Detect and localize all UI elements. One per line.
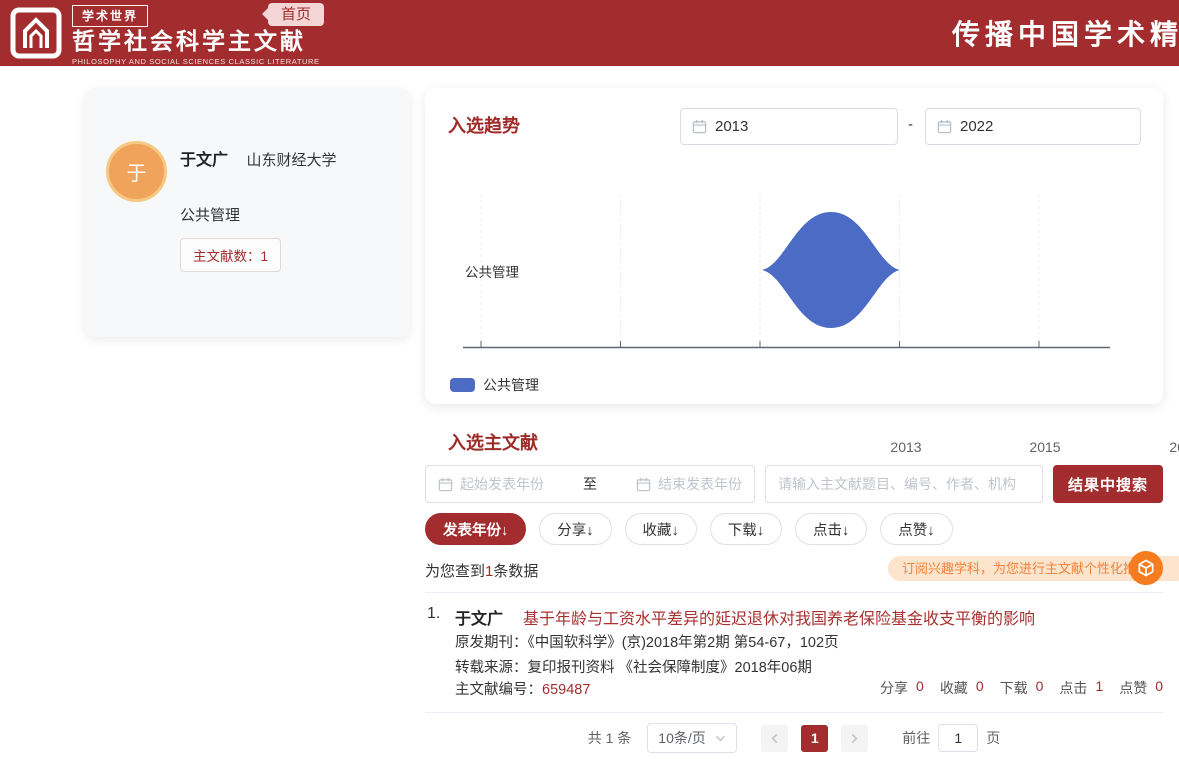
docs-section-heading: 入选主文献 bbox=[448, 429, 538, 455]
divider bbox=[425, 712, 1163, 713]
start-year-placeholder[interactable]: 起始发表年份 bbox=[460, 474, 544, 494]
legend-swatch bbox=[450, 378, 475, 392]
author-profile-card: 于 于文广 山东财经大学 公共管理 主文献数：1 bbox=[85, 88, 410, 337]
site-subtitle: PHILOSOPHY AND SOCIAL SCIENCES CLASSIC L… bbox=[72, 57, 320, 66]
prev-page-button[interactable] bbox=[761, 725, 788, 752]
header: 学术世界 哲学社会科学主文献 PHILOSOPHY AND SOCIAL SCI… bbox=[0, 0, 1179, 66]
stat-click: 点击1 bbox=[1059, 678, 1103, 698]
chart-legend[interactable]: 公共管理 bbox=[450, 375, 539, 395]
site-logo-icon[interactable] bbox=[10, 7, 62, 59]
calendar-icon bbox=[438, 477, 453, 492]
stat-share: 分享0 bbox=[880, 678, 924, 698]
chevron-down-icon bbox=[715, 733, 726, 744]
item-title-link[interactable]: 基于年龄与工资水平差异的延迟退休对我国养老保险基金收支平衡的影响 bbox=[523, 605, 1035, 629]
trend-stream-chart bbox=[425, 88, 1163, 404]
stat-download: 下载0 bbox=[1000, 678, 1044, 698]
pagination-total: 共 1 条 bbox=[588, 728, 632, 748]
keyword-search-input[interactable] bbox=[765, 465, 1043, 503]
sort-options-row: 发表年份↓ 分享↓ 收藏↓ 下载↓ 点击↓ 点赞↓ bbox=[425, 513, 953, 545]
header-slogan: 传播中国学术精 bbox=[952, 13, 1179, 53]
sort-share[interactable]: 分享↓ bbox=[539, 513, 611, 545]
chevron-right-icon bbox=[849, 733, 860, 744]
item-index: 1. bbox=[427, 605, 455, 629]
result-item-header: 1. 于文广 基于年龄与工资水平差异的延迟退休对我国养老保险基金收支平衡的影响 bbox=[427, 605, 1035, 629]
chevron-left-icon bbox=[769, 733, 780, 744]
divider bbox=[425, 592, 1163, 593]
sort-collect[interactable]: 收藏↓ bbox=[625, 513, 697, 545]
range-connector: 至 bbox=[583, 474, 597, 494]
page-number-current[interactable]: 1 bbox=[801, 725, 828, 752]
item-doc-number: 659487 bbox=[542, 682, 590, 698]
sort-download[interactable]: 下载↓ bbox=[710, 513, 782, 545]
chart-gridlines bbox=[481, 194, 1039, 346]
item-stats: 分享0 收藏0 下载0 点击1 点赞0 bbox=[880, 678, 1163, 698]
x-tick-label: 2017 bbox=[1160, 439, 1179, 455]
sort-like[interactable]: 点赞↓ bbox=[880, 513, 952, 545]
author-affiliation: 山东财经大学 bbox=[246, 152, 336, 169]
goto-label: 前往 bbox=[902, 728, 930, 748]
x-tick-label: 2013 bbox=[881, 439, 931, 455]
item-source-line: 原发期刊：《中国软科学》(京)2018年第2期 第54-67，102页 bbox=[455, 631, 839, 652]
publish-year-range-picker[interactable]: 起始发表年份 至 结束发表年份 bbox=[425, 465, 755, 503]
author-name-row: 于文广 山东财经大学 bbox=[180, 146, 336, 170]
stat-like: 点赞0 bbox=[1119, 678, 1163, 698]
pagination: 共 1 条 10条/页 1 前往 页 bbox=[425, 722, 1163, 754]
nav-home[interactable]: 首页 bbox=[268, 3, 324, 26]
goto-suffix: 页 bbox=[986, 728, 1000, 748]
search-in-results-button[interactable]: 结果中搜索 bbox=[1053, 465, 1163, 503]
item-author[interactable]: 于文广 bbox=[455, 605, 503, 629]
next-page-button[interactable] bbox=[841, 725, 868, 752]
sort-click[interactable]: 点击↓ bbox=[795, 513, 867, 545]
cube-icon bbox=[1136, 558, 1156, 578]
trend-card: 入选趋势 - 2013 2015 2017 2019 2021 公共管理 bbox=[425, 88, 1163, 404]
goto-page-input[interactable] bbox=[938, 724, 978, 752]
stat-collect: 收藏0 bbox=[940, 678, 984, 698]
page-size-select[interactable]: 10条/页 bbox=[647, 723, 737, 753]
site-title: 哲学社会科学主文献 bbox=[72, 28, 320, 57]
doc-count-badge: 主文献数：1 bbox=[180, 238, 281, 272]
x-tick-label: 2015 bbox=[1020, 439, 1070, 455]
calendar-icon bbox=[636, 477, 651, 492]
end-year-placeholder[interactable]: 结束发表年份 bbox=[658, 474, 742, 494]
legend-label: 公共管理 bbox=[483, 375, 539, 395]
series-row-label: 公共管理 bbox=[465, 261, 519, 281]
item-reprint-line: 转载来源：复印报刊资料 《社会保障制度》2018年06期 bbox=[455, 656, 812, 677]
series-stream-blob bbox=[762, 212, 900, 328]
subscribe-button[interactable] bbox=[1129, 551, 1163, 585]
brand-badge: 学术世界 bbox=[72, 5, 148, 27]
sort-publish-year[interactable]: 发表年份↓ bbox=[425, 513, 526, 545]
author-name: 于文广 bbox=[180, 152, 228, 169]
result-count: 为您查到1条数据 bbox=[425, 560, 538, 581]
author-discipline: 公共管理 bbox=[180, 204, 240, 225]
x-axis-ticks bbox=[481, 341, 1039, 348]
item-docno-line: 主文献编号：659487 bbox=[455, 678, 590, 699]
avatar: 于 bbox=[106, 141, 167, 202]
